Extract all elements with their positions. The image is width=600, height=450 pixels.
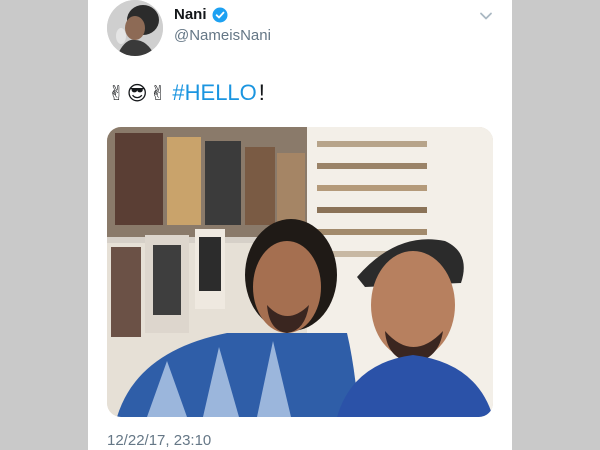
victory-hand-icon: ✌ [108, 81, 125, 105]
hashtag-link[interactable]: #HELLO [172, 80, 256, 106]
tweet-photo[interactable] [107, 127, 493, 417]
chevron-down-icon[interactable] [478, 8, 494, 24]
avatar-image [107, 0, 163, 56]
avatar[interactable] [107, 0, 163, 56]
author-handle[interactable]: @NameisNani [174, 27, 271, 44]
tweet-card: Nani @NameisNani ✌ 😎 ✌ #HELLO ! 12/22/17… [88, 0, 512, 450]
tweet-text: ✌ 😎 ✌ #HELLO ! [108, 80, 265, 106]
sunglasses-face-icon: 😎 [126, 81, 148, 105]
tweet-text-exclamation: ! [258, 80, 265, 105]
victory-hand-icon: ✌ [149, 81, 167, 105]
verified-badge-icon [212, 7, 228, 22]
author-name[interactable]: Nani [174, 6, 207, 23]
tweet-timestamp[interactable]: 12/22/17, 23:10 [107, 432, 211, 449]
author-name-row[interactable]: Nani [174, 6, 228, 23]
selfie-photo-image [107, 127, 493, 417]
